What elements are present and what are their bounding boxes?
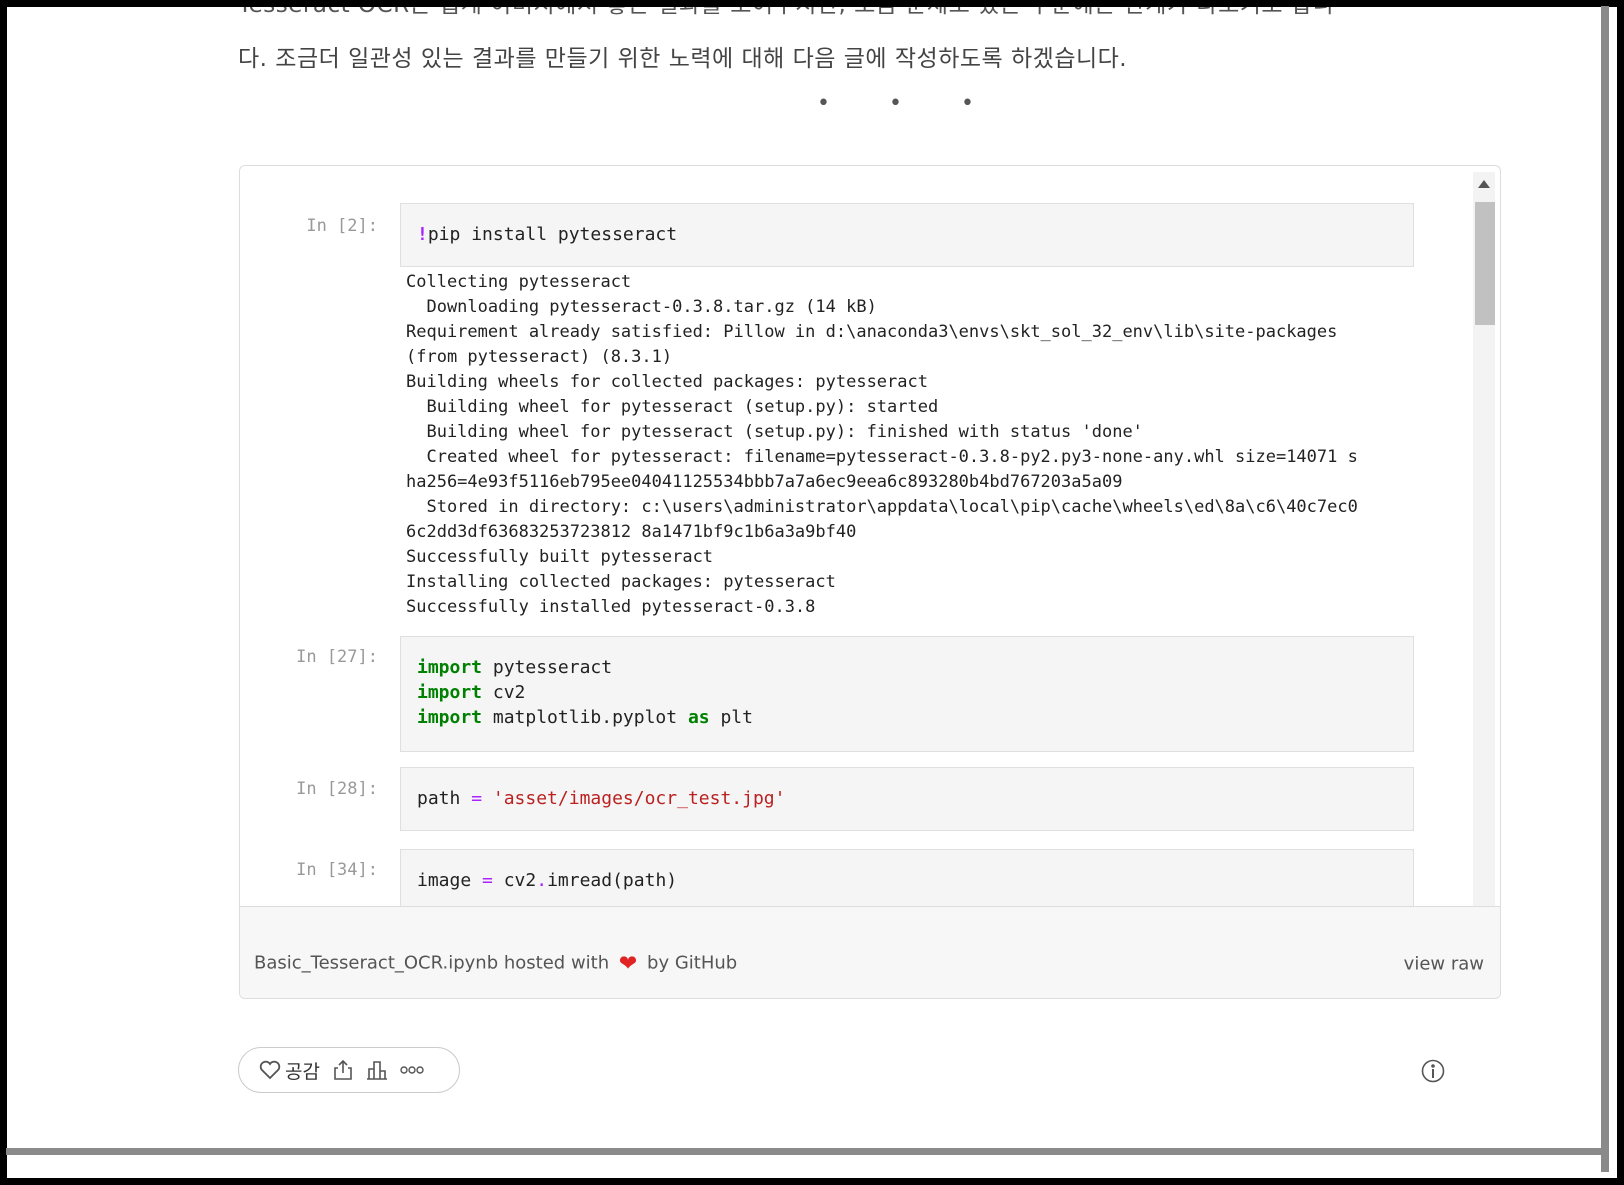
output-line: Successfully installed pytesseract-0.3.8 bbox=[406, 597, 816, 617]
output-line: Created wheel for pytesseract: filename=… bbox=[406, 447, 1358, 467]
output-line: ha256=4e93f5116eb795ee04041125534bbb7a7a… bbox=[406, 472, 1123, 492]
code-line: import pytesseract bbox=[417, 657, 613, 678]
vertical-scrollbar[interactable] bbox=[1473, 172, 1495, 926]
frame-shadow-right bbox=[1601, 6, 1609, 1172]
output-line: Downloading pytesseract-0.3.8.tar.gz (14… bbox=[406, 297, 877, 317]
code-line: import cv2 bbox=[417, 682, 526, 703]
scroll-up-arrow-icon[interactable] bbox=[1478, 180, 1490, 188]
output-line: Building wheel for pytesseract (setup.py… bbox=[406, 422, 1143, 442]
output-line: Successfully built pytesseract bbox=[406, 547, 714, 567]
article-paragraph: 다. 조금더 일관성 있는 결과를 만들기 위한 노력에 대해 다음 글에 작성… bbox=[238, 46, 1128, 72]
output-line: 6c2dd3df63683253723812 8a1471bf9c1b6a3a9… bbox=[406, 522, 857, 542]
output-line: Collecting pytesseract bbox=[406, 272, 632, 292]
share-icon[interactable] bbox=[332, 1059, 354, 1081]
gist-meta: Basic_Tesseract_OCR.ipynb hosted with ❤ … bbox=[254, 952, 737, 977]
like-label[interactable]: 공감 bbox=[285, 1057, 320, 1084]
cell-prompt: In [34]: bbox=[296, 860, 378, 880]
gist-filename-link[interactable]: Basic_Tesseract_OCR.ipynb bbox=[254, 953, 498, 974]
heart-outline-icon[interactable] bbox=[259, 1060, 281, 1080]
output-line: Building wheels for collected packages: … bbox=[406, 372, 928, 392]
output-line: Stored in directory: c:\users\administra… bbox=[406, 497, 1358, 517]
gist-footer: Basic_Tesseract_OCR.ipynb hosted with ❤ … bbox=[240, 906, 1500, 998]
scrollbar-thumb[interactable] bbox=[1475, 202, 1495, 325]
code-line: path = 'asset/images/ocr_test.jpg' bbox=[417, 788, 786, 809]
output-line: Building wheel for pytesseract (setup.py… bbox=[406, 397, 939, 417]
output-line: (from pytesseract) (8.3.1) bbox=[406, 347, 673, 367]
cell-prompt: In [28]: bbox=[296, 779, 378, 799]
more-options-icon[interactable] bbox=[400, 1065, 424, 1075]
cell-prompt: In [2]: bbox=[306, 216, 378, 236]
section-separator: • • • bbox=[817, 91, 1000, 116]
stats-icon[interactable] bbox=[366, 1059, 388, 1081]
code-line: import matplotlib.pyplot as plt bbox=[417, 707, 753, 728]
code-cell: !pip install pytesseract bbox=[400, 203, 1414, 267]
article-paragraph-partial: Tesseract OCR은 쉽게 이미지에서 좋은 결과를 보여주지만, 조금… bbox=[238, 0, 1335, 18]
gist-embed: In [2]: !pip install pytesseract Collect… bbox=[239, 165, 1501, 999]
accessibility-icon[interactable] bbox=[1421, 1059, 1445, 1083]
code-cell: import pytesseract import cv2 import mat… bbox=[400, 636, 1414, 752]
cell-prompt: In [27]: bbox=[296, 647, 378, 667]
hosted-with-text: hosted with bbox=[503, 952, 610, 974]
screenshot-frame: Tesseract OCR은 쉽게 이미지에서 좋은 결과를 보여주지만, 조금… bbox=[0, 0, 1624, 1185]
github-link[interactable]: by GitHub bbox=[647, 953, 737, 974]
code-line: image = cv2.imread(path) bbox=[417, 870, 678, 891]
output-line: Requirement already satisfied: Pillow in… bbox=[406, 322, 1338, 342]
reaction-bar: 공감 bbox=[238, 1047, 460, 1093]
notebook-view[interactable]: In [2]: !pip install pytesseract Collect… bbox=[240, 166, 1470, 926]
frame-shadow-bottom bbox=[6, 1148, 1609, 1155]
view-raw-link[interactable]: view raw bbox=[1404, 954, 1484, 975]
code-line: !pip install pytesseract bbox=[417, 224, 678, 245]
code-cell: path = 'asset/images/ocr_test.jpg' bbox=[400, 767, 1414, 831]
heart-icon: ❤ bbox=[618, 951, 638, 977]
cell-output: Collecting pytesseract Downloading pytes… bbox=[406, 270, 1416, 620]
output-line: Installing collected packages: pytessera… bbox=[406, 572, 836, 592]
